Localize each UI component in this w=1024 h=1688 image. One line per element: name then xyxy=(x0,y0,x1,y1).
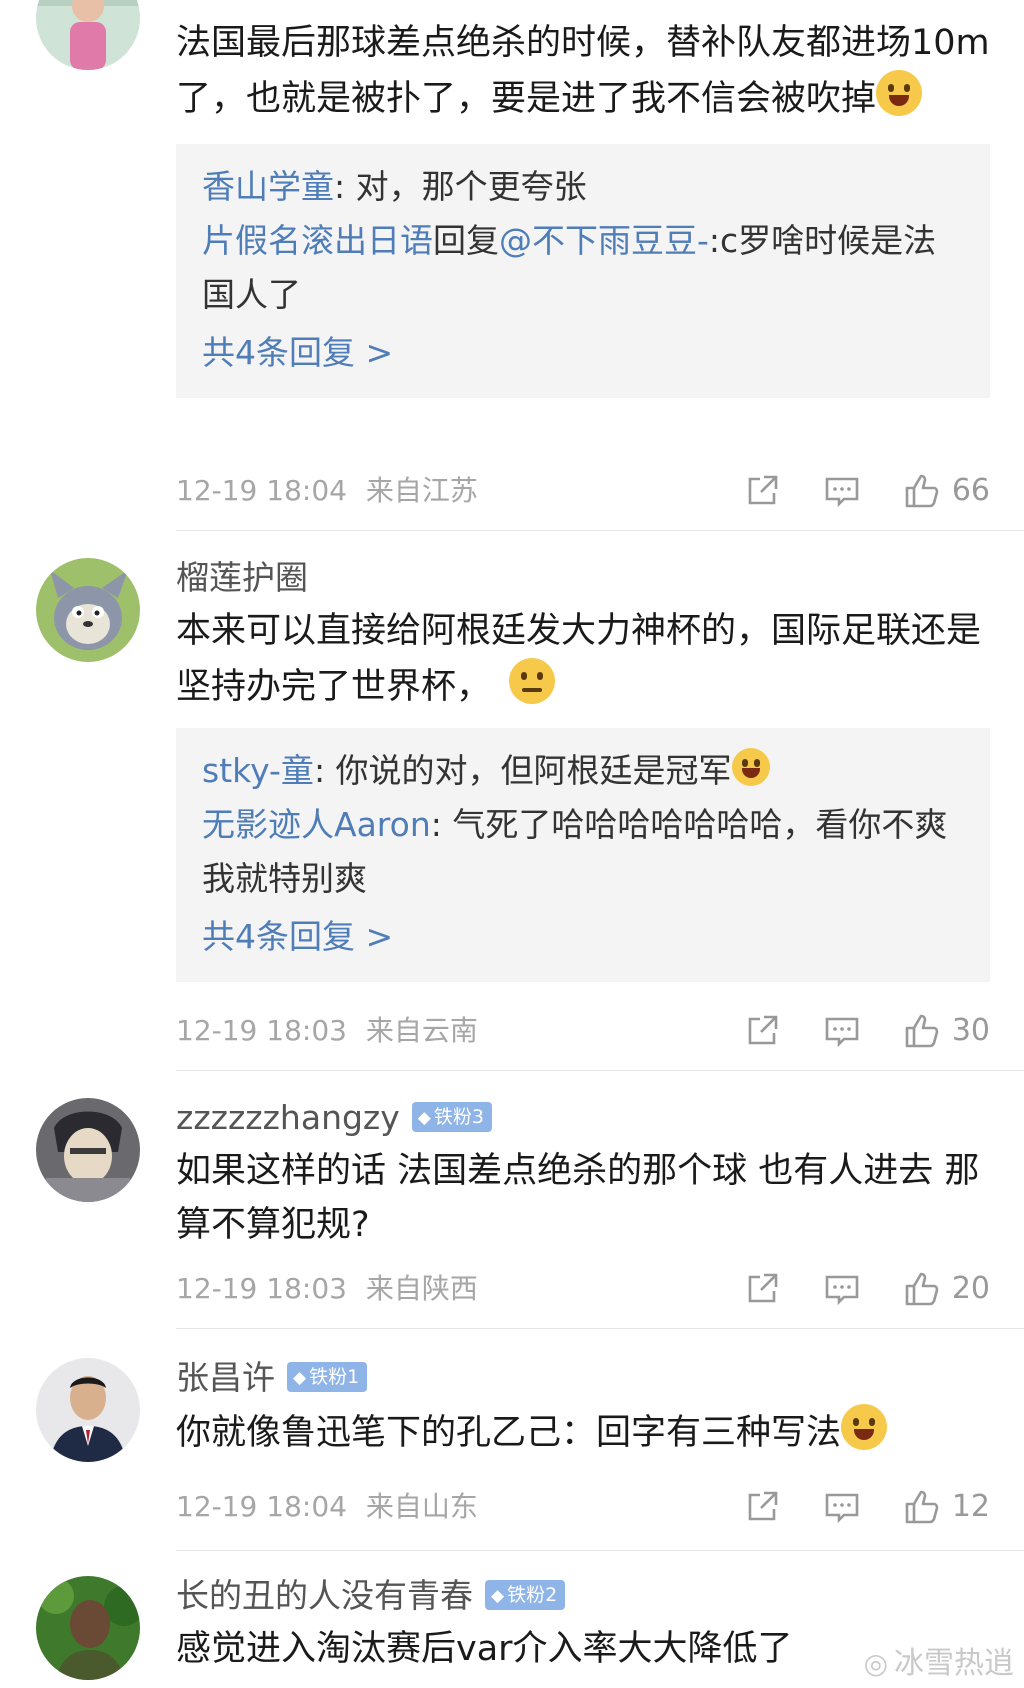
fan-badge[interactable]: ◆ 铁粉3 xyxy=(411,1101,492,1132)
fan-badge[interactable]: ◆ 铁粉1 xyxy=(287,1361,368,1392)
like-button[interactable]: 12 xyxy=(904,1484,990,1530)
avatar[interactable] xyxy=(36,1358,140,1462)
username[interactable]: 榴莲护圈 xyxy=(176,556,990,600)
reply-2: 无影迹人Aaron: 气死了哈哈哈哈哈哈哈，看你不爽我就特别爽 xyxy=(202,805,948,898)
comment-text: 如果这样的话 法国差点绝杀的那个球 也有人进去 那算不算犯规? xyxy=(176,1151,980,1245)
divider xyxy=(176,1550,1024,1551)
thumbs-up-icon xyxy=(904,1271,940,1307)
like-button[interactable]: 66 xyxy=(904,468,990,514)
comment-time: 12-19 18:03 xyxy=(176,1014,347,1047)
username-row: 张昌许 ◆ 铁粉1 xyxy=(176,1356,990,1400)
reply-author[interactable]: stky-童 xyxy=(202,751,314,790)
comment-time: 12-19 18:04 xyxy=(176,474,347,507)
comment-text: 法国最后那球差点绝杀的时候，替补队友都进场10m了，也就是被扑了，要是进了我不信… xyxy=(176,23,990,119)
comment-icon xyxy=(824,1013,860,1049)
watermark: ◎ 冰雪热逍 xyxy=(863,1646,1014,1681)
diamond-icon: ◆ xyxy=(293,1367,307,1388)
avatar[interactable] xyxy=(36,0,140,70)
grin-emoji-icon xyxy=(731,748,770,786)
diamond-icon: ◆ xyxy=(491,1585,505,1606)
comment-location: 来自陕西 xyxy=(365,1272,478,1305)
avatar[interactable] xyxy=(36,1576,140,1680)
reply-preview-box[interactable]: 香山学童: 对，那个更夸张 片假名滚出日语回复@不下雨豆豆-:c罗啥时候是法国人… xyxy=(176,144,990,398)
diamond-icon: ◆ xyxy=(417,1107,431,1128)
share-icon xyxy=(744,473,780,509)
like-count: 30 xyxy=(951,1013,990,1048)
thumbs-up-icon xyxy=(904,1013,940,1049)
like-count: 20 xyxy=(951,1271,990,1306)
divider xyxy=(176,1070,1024,1071)
username-row: zzzzzzhangzy ◆ 铁粉3 xyxy=(176,1096,990,1140)
username[interactable]: 张昌许 xyxy=(176,1358,275,1397)
comment-icon xyxy=(824,1489,860,1525)
like-count: 66 xyxy=(951,473,990,508)
username[interactable]: 长的丑的人没有青春 xyxy=(176,1576,473,1615)
reply-2: 片假名滚出日语回复@不下雨豆豆-:c罗啥时候是法国人了 xyxy=(202,221,937,314)
username-row: 长的丑的人没有青春 ◆ 铁粉2 xyxy=(176,1574,990,1618)
comment-text: 本来可以直接给阿根廷发大力神杯的，国际足联还是坚持办完了世界杯， xyxy=(176,611,982,707)
comment-icon xyxy=(824,1271,860,1307)
divider xyxy=(176,530,1024,531)
share-button[interactable] xyxy=(744,1271,780,1307)
avatar[interactable] xyxy=(36,1098,140,1202)
reply-author[interactable]: 香山学童 xyxy=(202,167,334,206)
fan-badge[interactable]: ◆ 铁粉2 xyxy=(485,1579,566,1610)
reply-author[interactable]: 片假名滚出日语 xyxy=(202,221,433,260)
grin-emoji-icon xyxy=(841,1404,888,1450)
comment-button[interactable] xyxy=(824,473,860,509)
comment-location: 来自山东 xyxy=(365,1490,478,1523)
share-button[interactable] xyxy=(744,1489,780,1525)
facepalm-emoji-icon xyxy=(876,70,923,116)
thumbs-up-icon xyxy=(904,473,940,509)
reply-preview-box[interactable]: stky-童: 你说的对，但阿根廷是冠军 无影迹人Aaron: 气死了哈哈哈哈哈… xyxy=(176,728,990,982)
comment-location: 来自云南 xyxy=(365,1014,478,1047)
comment-button[interactable] xyxy=(824,1013,860,1049)
like-button[interactable]: 20 xyxy=(904,1266,990,1312)
username[interactable]: zzzzzzhangzy xyxy=(176,1098,400,1137)
reply-1: 香山学童: 对，那个更夸张 xyxy=(202,167,587,206)
more-replies-link[interactable]: 共4条回复 > xyxy=(202,326,962,380)
reply-1: stky-童: 你说的对，但阿根廷是冠军 xyxy=(202,744,962,798)
comment-location: 来自江苏 xyxy=(365,474,478,507)
comment-icon xyxy=(824,473,860,509)
more-replies-link[interactable]: 共4条回复 > xyxy=(202,910,962,964)
like-button[interactable]: 30 xyxy=(904,1008,990,1054)
avatar[interactable] xyxy=(36,558,140,662)
divider xyxy=(176,1328,1024,1329)
comment-time: 12-19 18:04 xyxy=(176,1490,347,1523)
share-button[interactable] xyxy=(744,473,780,509)
share-icon xyxy=(744,1013,780,1049)
thumbs-up-icon xyxy=(904,1489,940,1525)
comment-button[interactable] xyxy=(824,1271,860,1307)
like-count: 12 xyxy=(951,1489,990,1524)
share-button[interactable] xyxy=(744,1013,780,1049)
reply-mention[interactable]: @不下雨豆豆- xyxy=(499,221,709,260)
reply-author[interactable]: 无影迹人Aaron xyxy=(202,805,431,844)
comment-button[interactable] xyxy=(824,1489,860,1525)
share-icon xyxy=(744,1271,780,1307)
shrug-emoji-icon xyxy=(509,658,556,704)
comment-time: 12-19 18:03 xyxy=(176,1272,347,1305)
comment-text: 你就像鲁迅笔下的孔乙己：回字有三种写法 xyxy=(176,1404,990,1460)
weibo-logo-icon: ◎ xyxy=(863,1647,888,1680)
share-icon xyxy=(744,1489,780,1525)
